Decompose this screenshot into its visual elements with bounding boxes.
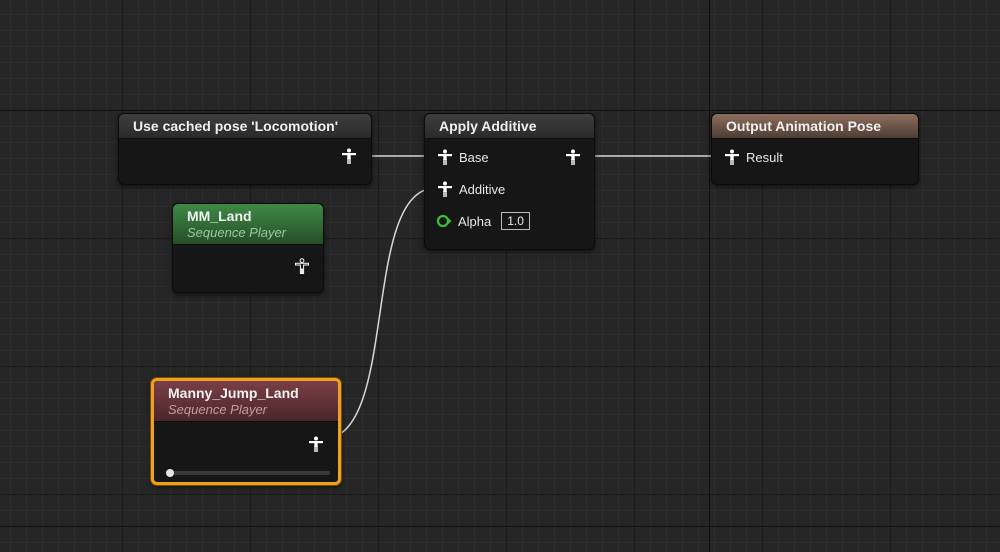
output-pose-pin[interactable]	[308, 436, 324, 452]
pin-label: Base	[459, 149, 489, 165]
node-title: MM_Land	[187, 208, 252, 224]
input-pin-result[interactable]: Result	[724, 149, 783, 165]
node-output-animation-pose[interactable]: Output Animation Pose Result	[711, 113, 919, 185]
pose-icon	[437, 181, 453, 197]
node-header[interactable]: Apply Additive	[425, 114, 594, 139]
pin-label: Result	[746, 149, 783, 165]
playback-progress-bar[interactable]	[166, 469, 330, 477]
node-subtitle: Sequence Player	[187, 225, 287, 240]
pose-icon	[565, 149, 581, 165]
node-apply-additive[interactable]: Apply Additive Base Additive Alpha 1.0	[424, 113, 595, 250]
node-header[interactable]: Output Animation Pose	[712, 114, 918, 139]
grid-line	[0, 110, 1000, 111]
node-title: Use cached pose 'Locomotion'	[133, 118, 339, 134]
pose-icon	[341, 148, 357, 164]
pose-outline-icon	[294, 258, 310, 274]
float-pin-icon	[436, 213, 452, 229]
pin-label: Alpha	[458, 213, 492, 229]
progress-knob[interactable]	[166, 469, 174, 477]
node-title: Output Animation Pose	[726, 118, 882, 134]
pose-icon	[437, 149, 453, 165]
node-use-cached-pose[interactable]: Use cached pose 'Locomotion'	[118, 113, 372, 185]
input-pin-additive[interactable]: Additive	[437, 181, 505, 197]
output-pose-pin[interactable]	[341, 148, 357, 164]
node-title: Apply Additive	[439, 118, 537, 134]
node-mm-land[interactable]: MM_Land Sequence Player	[172, 203, 324, 293]
input-pin-alpha[interactable]: Alpha 1.0	[436, 212, 530, 230]
node-header[interactable]: Use cached pose 'Locomotion'	[119, 114, 371, 139]
grid-line	[0, 526, 1000, 527]
pose-icon	[724, 149, 740, 165]
node-manny-jump-land[interactable]: Manny_Jump_Land Sequence Player	[151, 378, 341, 485]
node-header[interactable]: MM_Land Sequence Player	[173, 204, 323, 245]
output-pose-pin[interactable]	[565, 149, 581, 165]
node-subtitle: Sequence Player	[168, 402, 268, 417]
wire-layer	[322, 155, 724, 440]
pin-label: Additive	[459, 181, 506, 197]
pose-icon	[308, 436, 324, 452]
grid-line	[709, 0, 710, 552]
input-pin-base[interactable]: Base	[437, 149, 489, 165]
node-header[interactable]: Manny_Jump_Land Sequence Player	[154, 381, 338, 422]
alpha-value-input[interactable]: 1.0	[501, 212, 530, 230]
output-pose-pin[interactable]	[294, 258, 310, 274]
node-title: Manny_Jump_Land	[168, 385, 299, 401]
